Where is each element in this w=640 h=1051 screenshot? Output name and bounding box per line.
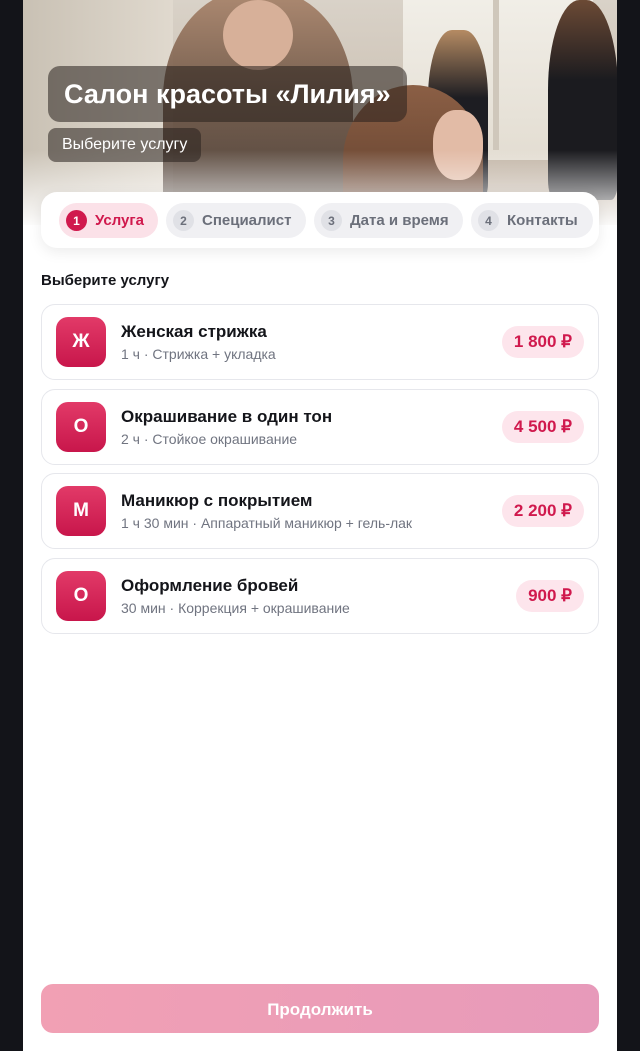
page-title: Салон красоты «Лилия» (48, 66, 407, 122)
service-avatar: М (56, 486, 106, 536)
booking-steps: 1 Услуга 2 Специалист 3 Дата и время 4 К… (41, 192, 599, 248)
service-avatar: О (56, 402, 106, 452)
step-service[interactable]: 1 Услуга (59, 203, 158, 238)
step-specialist[interactable]: 2 Специалист (166, 203, 306, 238)
service-name: Женская стрижка (121, 322, 267, 341)
service-details: 1 ч 30 мин · Аппаратный маникюр + гель-л… (121, 515, 413, 531)
booking-screen: Салон красоты «Лилия» Выберите услугу 1 … (23, 0, 617, 1051)
continue-button[interactable]: Продолжить (41, 984, 599, 1033)
service-price: 4 500 ₽ (501, 411, 584, 443)
service-price: 1 800 ₽ (501, 326, 584, 358)
service-details: 2 ч · Стойкое окрашивание (121, 431, 298, 447)
service-details: 30 мин · Коррекция + окрашивание (121, 600, 350, 616)
page-subtitle: Выберите услугу (48, 128, 202, 162)
service-name: Оформление бровей (121, 576, 299, 595)
step-number: 4 (478, 210, 499, 231)
step-label: Контакты (507, 212, 578, 229)
service-card[interactable]: Ж Женская стрижка 1 ч · Стрижка + укладк… (41, 304, 599, 380)
service-price: 900 ₽ (516, 580, 584, 612)
step-number: 2 (173, 210, 194, 231)
service-name: Окрашивание в один тон (121, 407, 333, 426)
service-card[interactable]: О Оформление бровей 30 мин · Коррекция +… (41, 558, 599, 634)
section-title: Выберите услугу (41, 272, 170, 289)
step-contacts[interactable]: 4 Контакты (471, 203, 593, 238)
step-number: 3 (321, 210, 342, 231)
service-avatar: Ж (56, 317, 106, 367)
service-price: 2 200 ₽ (501, 495, 584, 527)
service-avatar: О (56, 571, 106, 621)
step-label: Дата и время (350, 212, 449, 229)
service-card[interactable]: О Окрашивание в один тон 2 ч · Стойкое о… (41, 389, 599, 465)
step-label: Специалист (202, 212, 292, 229)
step-label: Услуга (95, 212, 144, 229)
service-details: 1 ч · Стрижка + укладка (121, 346, 276, 362)
step-number: 1 (66, 210, 87, 231)
service-card[interactable]: М Маникюр с покрытием 1 ч 30 мин · Аппар… (41, 473, 599, 549)
step-date-time[interactable]: 3 Дата и время (314, 203, 463, 238)
service-name: Маникюр с покрытием (121, 491, 313, 510)
